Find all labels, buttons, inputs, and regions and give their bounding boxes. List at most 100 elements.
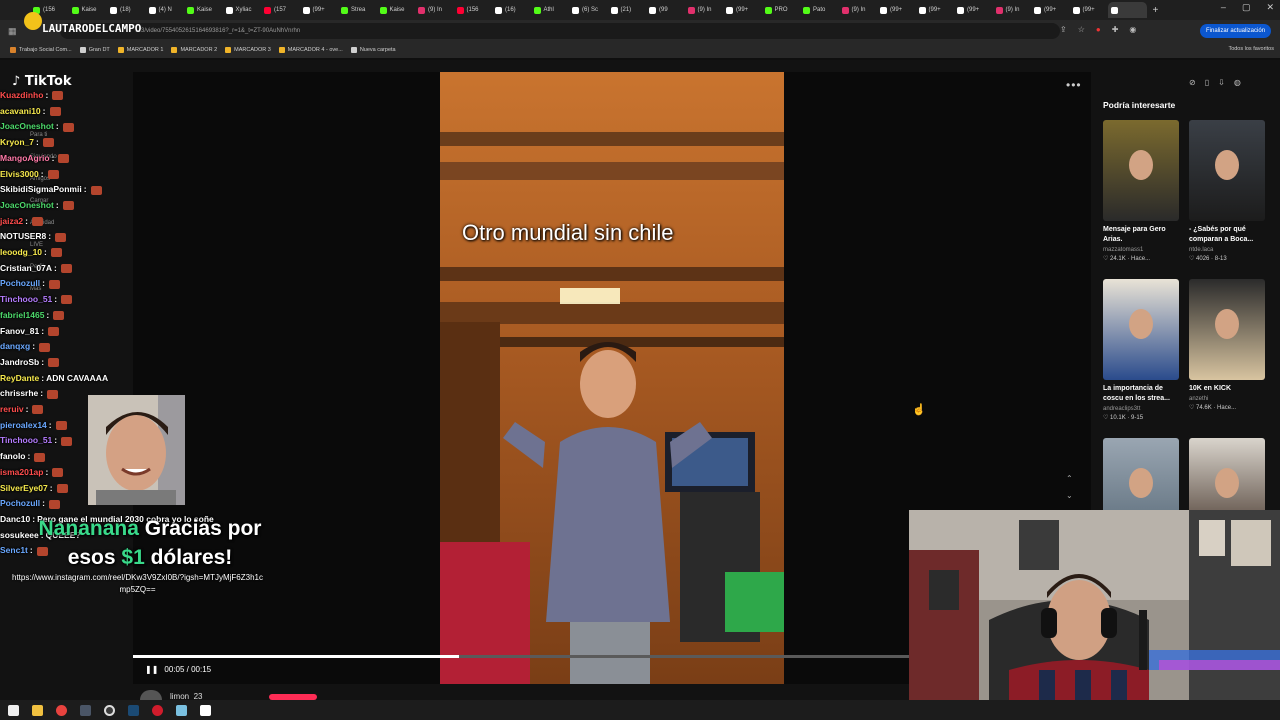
update-button[interactable]: Finalizar actualización [1200, 24, 1272, 38]
card-author: mazzatomass1 [1103, 247, 1144, 254]
browser-tab[interactable]: PRO [762, 2, 801, 18]
all-bookmarks[interactable]: Todos los favoritos [1228, 46, 1274, 52]
card-stats: 74.6K · Hace... [1196, 405, 1237, 412]
chat-text: ADN CAVAAAA [46, 372, 109, 383]
maximize-icon[interactable]: ▢ [1242, 2, 1251, 13]
browser-tab[interactable]: Pato [800, 2, 839, 18]
chat-separator: : [25, 215, 28, 226]
browser-tab-label: (157 [274, 7, 287, 13]
browser-tab[interactable]: (21) [608, 2, 647, 18]
browser-tab[interactable]: Kaise [184, 2, 223, 18]
browser-tab-label: Athl [543, 7, 554, 13]
video-progress-bar[interactable] [133, 655, 909, 658]
start-icon[interactable] [8, 704, 19, 716]
browser-tab[interactable]: (18) [107, 2, 146, 18]
browser-tab[interactable]: (156 [454, 2, 493, 18]
tiktok-icon [957, 6, 964, 14]
share-icon[interactable]: ⇪ [1060, 25, 1067, 34]
bookmark-star-icon[interactable]: ☆ [1078, 25, 1085, 34]
recommended-video-card[interactable]: 10K en KICK anzethi ♡ 74.6K · Hace... [1189, 279, 1265, 411]
card-stats: 24.1K · Hace... [1110, 256, 1151, 263]
recommended-video-card[interactable]: - ¿Sabés por qué comparan a Boca... ntde.… [1189, 120, 1265, 262]
more-options-icon[interactable]: ••• [1066, 78, 1082, 92]
embed-icon[interactable]: ⊘ [1189, 78, 1196, 87]
bookmark-item[interactable]: MARCADOR 1 [117, 47, 163, 53]
tiktok-logo[interactable]: ♪ TikTok [12, 74, 72, 89]
browser-tab[interactable]: (9) In [415, 2, 454, 18]
close-icon[interactable]: ✕ [1266, 2, 1274, 13]
browser-tab[interactable]: (99+ [1031, 2, 1070, 18]
browser-tab-label: (9) In [428, 7, 443, 13]
browser-tab[interactable]: (99+ [916, 2, 955, 18]
bookmark-icon [79, 47, 86, 53]
browser-tab[interactable]: (99+ [1070, 2, 1109, 18]
youtube-icon [264, 6, 271, 14]
chat-separator: : [48, 231, 52, 242]
bookmark-item[interactable]: Gran DT [79, 47, 110, 53]
browser-tab[interactable]: Kaise [69, 2, 108, 18]
bookmark-item[interactable]: MARCADOR 2 [171, 47, 217, 53]
minimize-icon[interactable]: – [1221, 2, 1226, 13]
browser-tab[interactable]: (9) In [685, 2, 724, 18]
video-player[interactable]: Otro mundial sin chile [440, 72, 784, 684]
bookmark-item[interactable]: MARCADOR 4 - ove... [278, 47, 343, 53]
chat-username: isma201ap [0, 466, 44, 477]
new-tab-icon[interactable]: + [1153, 5, 1159, 16]
recommended-video-card[interactable]: La importancia de coscu en los strea... a… [1103, 279, 1179, 421]
bookmark-item[interactable]: Nueva carpeta [350, 47, 396, 53]
card-title: La importancia de coscu en los strea... [1103, 385, 1170, 403]
browser-tab[interactable]: (4) N [146, 2, 185, 18]
address-bar[interactable]: …3/video/7554052615164693816?_r=1&_t=ZT-… [60, 23, 1060, 39]
puzzle-icon[interactable]: ✚ [1112, 25, 1119, 34]
chat-username: NOTUSER8 [0, 231, 47, 242]
browser-tab[interactable]: (99+ [300, 2, 339, 18]
bookmark-icon [350, 47, 357, 53]
copy-icon[interactable]: ▯ [1205, 78, 1209, 87]
bookmark-label: MARCADOR 4 - ove... [287, 47, 343, 53]
profile-icon[interactable]: ◉ [1129, 25, 1136, 34]
browser-tab[interactable]: Strea [338, 2, 377, 18]
browser-tab[interactable]: (16) [492, 2, 531, 18]
chat-message: Fanov_81 : [0, 324, 132, 340]
browser-tab[interactable]: (9) In [993, 2, 1032, 18]
author-avatar[interactable] [140, 690, 162, 700]
browser-tab[interactable]: (157 [261, 2, 300, 18]
browser-tab[interactable]: (99+ [954, 2, 993, 18]
extension-icon[interactable]: ● [1096, 25, 1101, 34]
obs-icon[interactable] [104, 704, 115, 716]
browser-tab[interactable]: (9) In [839, 2, 878, 18]
download-icon[interactable]: ⇩ [1218, 78, 1225, 87]
chat-emote-icon [52, 468, 64, 478]
previous-video-icon[interactable]: ⌃ [1066, 474, 1073, 483]
browser-tab[interactable]: (99 [646, 2, 685, 18]
browser-tab[interactable]: Xyliac [223, 2, 262, 18]
notepad-icon[interactable] [176, 704, 187, 716]
browser-tab[interactable]: (99+ [723, 2, 762, 18]
browser-tab[interactable]: Athl [531, 2, 570, 18]
recommended-video-card[interactable]: Mensaje para Gero Arias. mazzatomass1 ♡ 24… [1103, 120, 1179, 262]
app-icon[interactable] [80, 704, 91, 716]
card-title: 10K en KICK [1189, 385, 1232, 392]
next-video-icon[interactable]: ⌄ [1066, 491, 1073, 500]
chat-emote-icon [48, 358, 60, 368]
browser-tab[interactable]: (6) Sc [569, 2, 608, 18]
pause-icon[interactable]: ❚❚ [145, 665, 158, 674]
chat-message: Kryon_7 : [0, 135, 132, 151]
kick-icon [379, 6, 387, 14]
steam-icon[interactable] [128, 704, 139, 716]
chrome-icon[interactable] [56, 704, 67, 716]
chat-emote-icon [47, 389, 59, 399]
opera-icon[interactable] [152, 704, 163, 716]
channel-name: LAUTARODELCAMPO [42, 22, 142, 35]
apps-icon[interactable]: ▦ [8, 26, 17, 37]
globe-icon[interactable]: ◍ [1234, 78, 1241, 87]
bookmark-item[interactable]: Trabajo Social Com... [10, 47, 72, 53]
streamer-webcam-image [909, 510, 1280, 720]
file-explorer-icon[interactable] [32, 704, 43, 716]
terminal-icon[interactable] [200, 704, 211, 716]
bookmark-item[interactable]: MARCADOR 3 [225, 47, 271, 53]
browser-tab[interactable]: (99+ [877, 2, 916, 18]
chat-emote-icon [34, 452, 46, 462]
browser-tab[interactable] [1108, 2, 1147, 18]
browser-tab[interactable]: Kaise [377, 2, 416, 18]
